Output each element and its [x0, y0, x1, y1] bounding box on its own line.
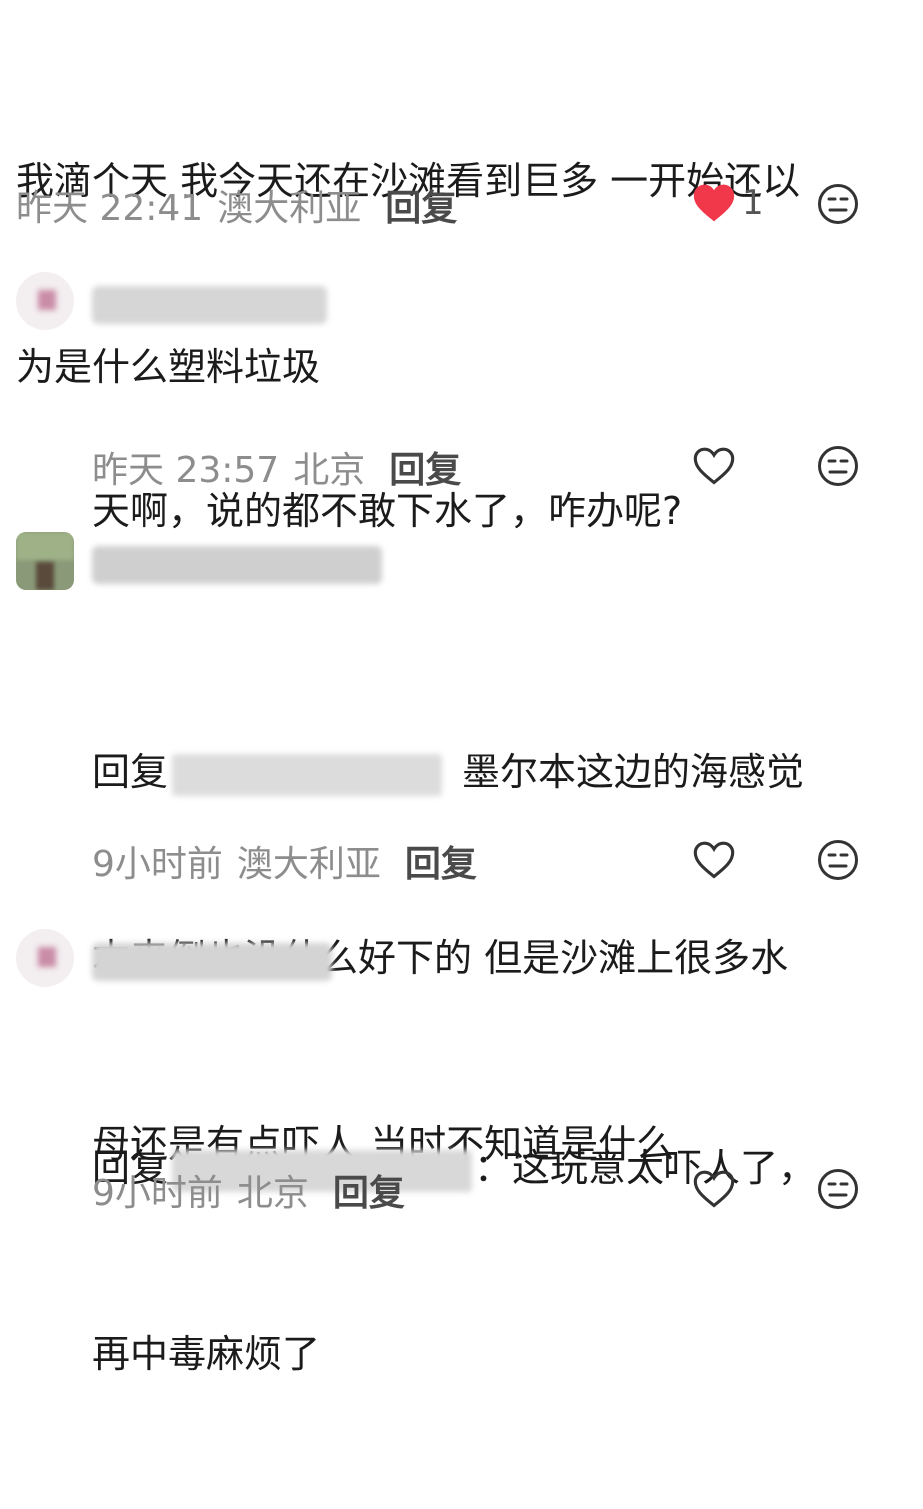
reply-button[interactable]: 回复 [385, 179, 457, 231]
username-redacted [92, 943, 332, 981]
meh-face-icon [818, 840, 858, 880]
avatar[interactable] [16, 532, 74, 590]
location: 澳大利亚 [217, 188, 362, 229]
location: 北京 [293, 450, 366, 491]
comment-4: 回复 ：这玩意太吓人了， 再中毒麻烦了 9小时前 北京 回复 [0, 915, 923, 1376]
reaction-button[interactable] [816, 1167, 860, 1211]
meh-face-icon [818, 446, 858, 486]
comment-meta: 9小时前 澳大利亚 回复 [92, 836, 477, 886]
username-redacted [92, 286, 327, 324]
meh-face-icon [818, 184, 858, 224]
location: 北京 [236, 1173, 309, 1214]
like-button[interactable] [692, 1164, 736, 1214]
heart-filled-icon [693, 184, 735, 222]
like-count: 1 [742, 183, 764, 223]
comment-meta: 9小时前 北京 回复 [92, 1165, 405, 1215]
meh-face-icon [818, 1169, 858, 1209]
reply-button[interactable]: 回复 [333, 1164, 405, 1216]
reaction-button[interactable] [816, 182, 860, 226]
timestamp: 9小时前 [92, 1173, 223, 1214]
timestamp: 昨天 22:41 [16, 188, 204, 229]
comment-meta: 昨天 23:57 北京 回复 [92, 442, 461, 492]
username-redacted [92, 546, 382, 584]
reaction-button[interactable] [816, 444, 860, 488]
avatar[interactable] [16, 929, 74, 987]
heart-outline-icon [693, 447, 735, 485]
mention-redacted [172, 753, 443, 796]
comment-text: 回复 ：这玩意太吓人了， 再中毒麻烦了 [92, 1146, 817, 1376]
like-button[interactable] [692, 835, 736, 885]
timestamp: 9小时前 [92, 844, 223, 885]
comment-3: 回复 墨尔本这边的海感觉 本来倒也没什么好下的 但是沙滩上很多水 母还是有点吓人 … [0, 510, 923, 1166]
comment-2: 天啊，说的都不敢下水了，咋办呢? 昨天 23:57 北京 回复 [0, 250, 923, 533]
comment-meta: 昨天 22:41 澳大利亚 回复 [16, 180, 457, 230]
reply-prefix: 回复 [92, 750, 169, 794]
heart-outline-icon [693, 841, 735, 879]
reply-button[interactable]: 回复 [405, 835, 477, 887]
timestamp: 昨天 23:57 [92, 450, 280, 491]
location: 澳大利亚 [236, 844, 381, 885]
reply-button[interactable]: 回复 [389, 441, 461, 493]
heart-outline-icon [693, 1170, 735, 1208]
avatar[interactable] [16, 272, 74, 330]
reaction-button[interactable] [816, 838, 860, 882]
like-button[interactable]: 1 [692, 178, 764, 228]
comment-1: 我滴个天 我今天还在沙滩看到巨多 一开始还以 为是什么塑料垃圾 昨天 22:41… [0, 0, 923, 389]
like-button[interactable] [692, 441, 736, 491]
